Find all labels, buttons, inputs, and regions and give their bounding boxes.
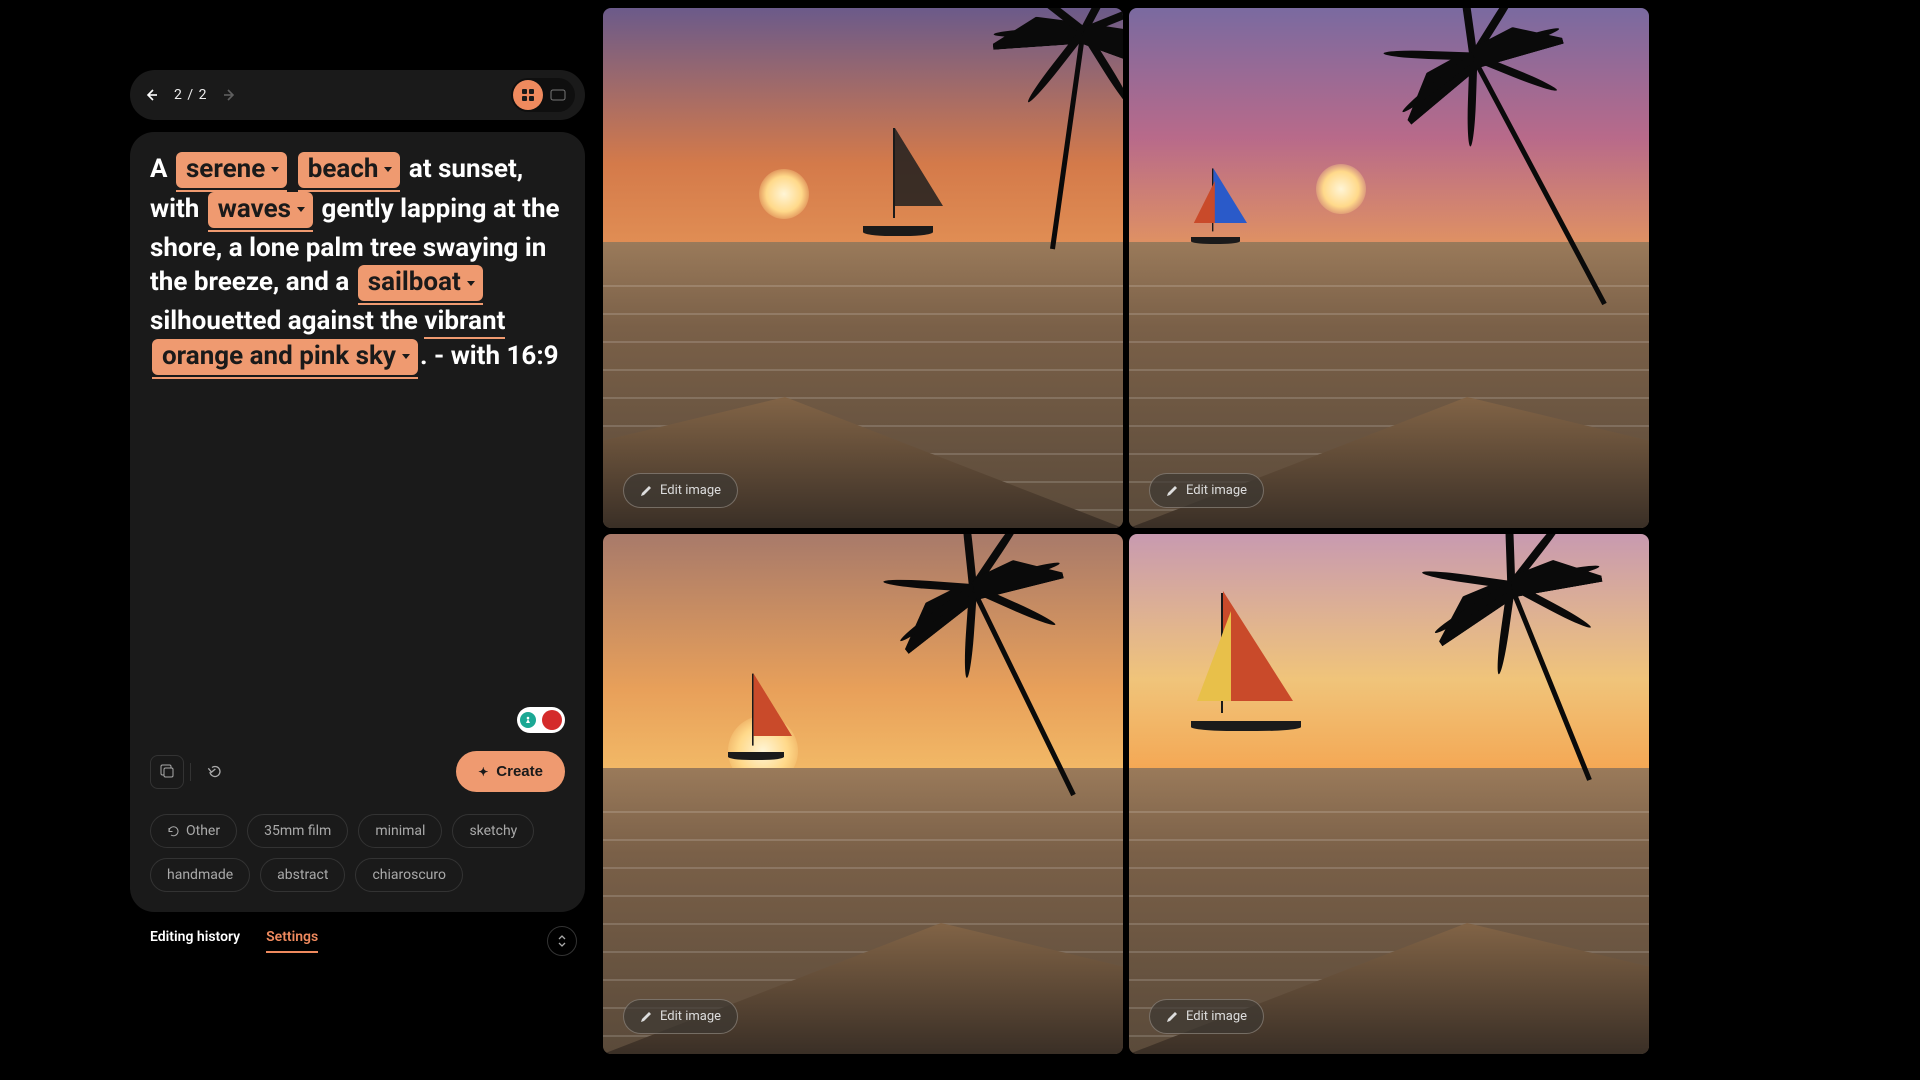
copy-button[interactable] [150, 755, 184, 789]
page-indicator: 2 / 2 [174, 87, 207, 103]
style-chip-sketchy[interactable]: sketchy [452, 814, 534, 848]
style-chip-35mm[interactable]: 35mm film [247, 814, 348, 848]
gallery-image-2[interactable]: Edit image [1129, 8, 1649, 528]
tab-settings[interactable]: Settings [266, 929, 318, 953]
view-mode-toggle [511, 78, 575, 112]
pencil-icon [1166, 1011, 1178, 1023]
gallery-image-4[interactable]: Edit image [1129, 534, 1649, 1054]
gallery-image-3[interactable]: Edit image [603, 534, 1123, 1054]
chevron-down-icon [384, 167, 392, 172]
prompt-chip-sky[interactable]: orange and pink sky [152, 339, 418, 375]
prompt-chip-sailboat[interactable]: sailboat [358, 265, 483, 301]
prompt-text-fragment: . - with 16:9 [420, 341, 559, 371]
tab-editing-history[interactable]: Editing history [150, 929, 240, 953]
gallery-image-1[interactable]: Edit image [603, 8, 1123, 528]
prompt-chip-waves[interactable]: waves [208, 192, 313, 228]
pencil-icon [1166, 485, 1178, 497]
nav-back-button[interactable] [140, 84, 162, 106]
pencil-icon [640, 485, 652, 497]
prompt-chip-beach[interactable]: beach [298, 152, 401, 188]
model-option-b-icon [542, 710, 562, 730]
model-toggle[interactable] [517, 707, 565, 733]
prompt-text-fragment: A [150, 154, 174, 184]
prompt-card: A serene beach at sunset, with waves gen… [130, 132, 585, 912]
regenerate-button[interactable] [197, 755, 231, 789]
expand-collapse-button[interactable] [547, 926, 577, 956]
prompt-underlined-word[interactable]: vibrant [424, 306, 505, 339]
sparkle-icon: ✦ [478, 765, 488, 779]
edit-image-button[interactable]: Edit image [623, 999, 738, 1034]
pencil-icon [640, 1011, 652, 1023]
image-gallery: Edit image Edit image Edit image Edit im [603, 8, 1649, 1080]
chevron-down-icon [271, 167, 279, 172]
nav-forward-button[interactable] [219, 84, 241, 106]
chevron-down-icon [402, 354, 410, 359]
chevron-down-icon [297, 207, 305, 212]
refresh-icon [167, 825, 180, 838]
prompt-chip-serene[interactable]: serene [176, 152, 287, 188]
top-nav-bar: 2 / 2 [130, 70, 585, 120]
edit-image-button[interactable]: Edit image [623, 473, 738, 508]
create-button-label: Create [496, 763, 543, 780]
grid-view-button[interactable] [513, 80, 543, 110]
chevron-down-icon [467, 281, 475, 286]
style-chip-minimal[interactable]: minimal [358, 814, 442, 848]
style-chip-chiaroscuro[interactable]: chiaroscuro [355, 858, 463, 892]
model-option-a-icon [520, 712, 536, 728]
edit-image-button[interactable]: Edit image [1149, 999, 1264, 1034]
prompt-action-row: ✦ Create [150, 751, 565, 792]
create-button[interactable]: ✦ Create [456, 751, 565, 792]
edit-image-button[interactable]: Edit image [1149, 473, 1264, 508]
style-chip-abstract[interactable]: abstract [260, 858, 345, 892]
prompt-editor[interactable]: A serene beach at sunset, with waves gen… [150, 152, 565, 707]
style-chip-other[interactable]: Other [150, 814, 237, 848]
style-chip-row: Other 35mm film minimal sketchy handmade… [150, 814, 565, 892]
style-chip-handmade[interactable]: handmade [150, 858, 250, 892]
single-view-button[interactable] [543, 80, 573, 110]
sidebar-panel: 2 / 2 A serene beach at sunset, with wav… [130, 8, 585, 1080]
bottom-tabs-row: Editing history Settings [130, 912, 585, 956]
divider [190, 763, 191, 781]
prompt-text-fragment: silhouetted against the [150, 306, 424, 336]
